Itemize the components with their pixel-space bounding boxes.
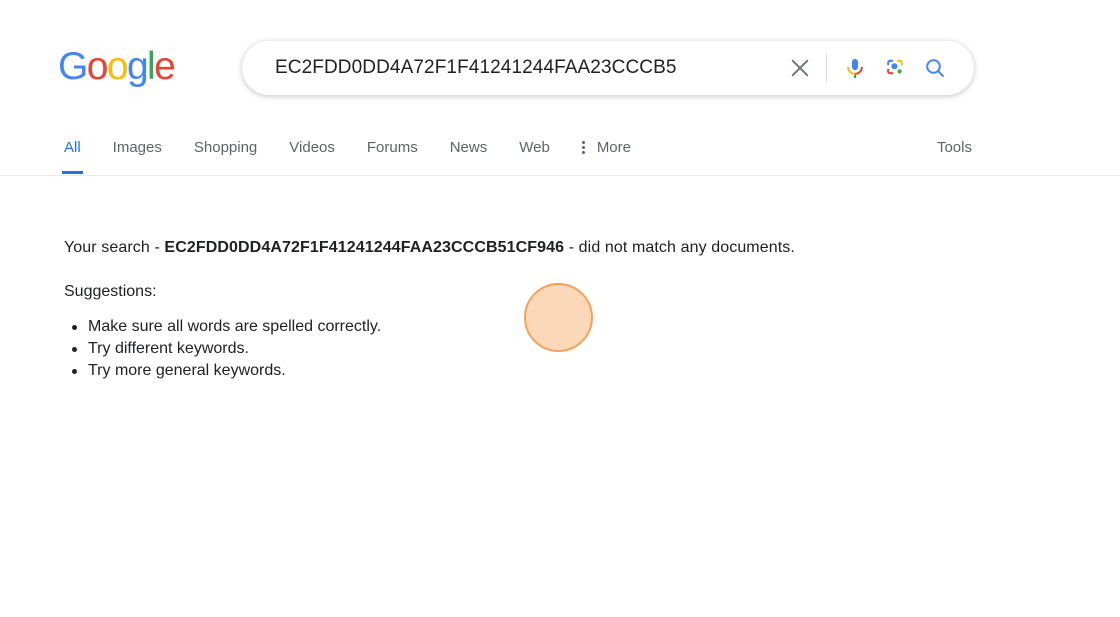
lens-search-button[interactable]: [875, 46, 915, 90]
search-results-area: Your search - EC2FDD0DD4A72F1F41241244FA…: [0, 176, 1120, 382]
more-menu-button[interactable]: More: [581, 128, 631, 174]
nav-tabs: All Images Shopping Videos Forums News W…: [0, 128, 1120, 175]
logo-letter-g1: G: [58, 45, 88, 88]
more-menu-label: More: [596, 139, 631, 156]
no-results-query: EC2FDD0DD4A72F1F41241244FAA23CCCB51CF946: [164, 239, 565, 256]
tab-web-label: Web: [519, 139, 550, 156]
list-item: Try different keywords.: [72, 338, 1120, 360]
search-input[interactable]: [243, 52, 780, 84]
close-icon: [789, 57, 811, 79]
tab-shopping[interactable]: Shopping: [194, 128, 257, 174]
logo-letter-o2: o: [106, 45, 129, 88]
tab-news[interactable]: News: [450, 128, 488, 174]
microphone-icon: [847, 59, 863, 78]
list-item: Make sure all words are spelled correctl…: [72, 316, 1120, 338]
tab-forums[interactable]: Forums: [367, 128, 418, 174]
search-bar[interactable]: [242, 41, 974, 95]
tab-images[interactable]: Images: [113, 128, 162, 174]
search-actions: [780, 46, 973, 90]
no-results-suffix: - did not match any documents.: [564, 239, 795, 256]
tab-forums-label: Forums: [366, 139, 418, 156]
google-logo[interactable]: Google: [58, 45, 176, 88]
tab-all[interactable]: All: [62, 128, 83, 174]
suggestions-heading: Suggestions:: [64, 283, 157, 300]
tab-shopping-label: Shopping: [193, 139, 258, 156]
tab-web[interactable]: Web: [519, 128, 550, 174]
voice-search-button[interactable]: [835, 46, 875, 90]
tab-videos[interactable]: Videos: [289, 128, 335, 174]
tools-button[interactable]: Tools: [937, 138, 972, 157]
search-nav-bar: All Images Shopping Videos Forums News W…: [0, 128, 1120, 176]
logo-letter-g2: g: [126, 45, 149, 88]
logo-letter-o1: o: [86, 45, 109, 88]
search-submit-button[interactable]: [915, 46, 955, 90]
no-results-message: Your search - EC2FDD0DD4A72F1F41241244FA…: [0, 176, 1120, 258]
tab-news-label: News: [449, 139, 488, 156]
tab-all-label: All: [64, 139, 81, 156]
page-header: Google: [0, 0, 1120, 120]
suggestions-list: Make sure all words are spelled correctl…: [0, 316, 1120, 382]
list-item: Try more general keywords.: [72, 360, 1120, 382]
tab-videos-label: Videos: [289, 139, 335, 156]
search-icon: [926, 59, 944, 77]
search-divider: [826, 54, 827, 82]
no-results-prefix: Your search -: [64, 239, 165, 256]
google-lens-icon: [887, 59, 903, 75]
clear-search-button[interactable]: [780, 46, 820, 90]
logo-letter-e: e: [154, 45, 176, 88]
tab-images-label: Images: [112, 139, 162, 156]
more-vertical-icon: [581, 139, 586, 156]
